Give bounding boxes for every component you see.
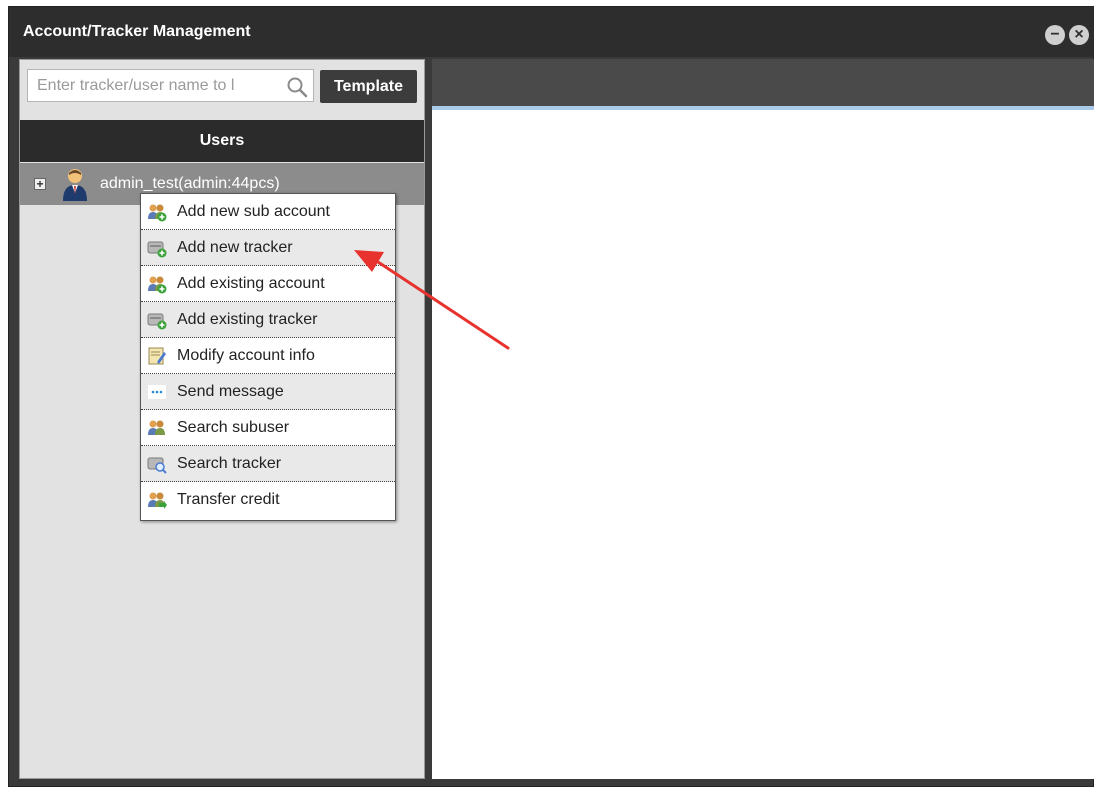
menu-label: Transfer credit xyxy=(177,491,280,508)
detail-header xyxy=(432,59,1094,110)
users-add-icon xyxy=(148,276,167,293)
users-search-icon xyxy=(148,420,165,435)
search-box xyxy=(27,69,314,102)
context-menu: Add new sub account Add new tracker Add … xyxy=(140,193,396,521)
menu-label: Add new tracker xyxy=(177,238,293,256)
menu-item-add-new-tracker[interactable]: Add new tracker xyxy=(141,230,395,266)
menu-item-transfer-credit[interactable]: Transfer credit xyxy=(141,482,395,518)
menu-label: Add existing tracker xyxy=(177,310,318,328)
search-icon[interactable] xyxy=(286,76,308,98)
edit-note-icon xyxy=(148,347,166,364)
tracker-add-icon xyxy=(147,241,167,257)
menu-item-send-message[interactable]: Send message xyxy=(141,374,395,410)
menu-item-add-existing-tracker[interactable]: Add existing tracker xyxy=(141,302,395,338)
users-transfer-icon xyxy=(148,492,167,509)
menu-item-add-new-sub-account[interactable]: Add new sub account xyxy=(141,194,395,230)
tracker-search-icon xyxy=(147,457,167,474)
users-header: Users xyxy=(20,120,424,162)
users-add-icon xyxy=(148,204,167,221)
menu-item-modify-account-info[interactable]: Modify account info xyxy=(141,338,395,374)
detail-panel xyxy=(432,59,1094,779)
tracker-add-icon xyxy=(147,313,167,329)
user-avatar-icon xyxy=(63,169,87,201)
menu-item-search-tracker[interactable]: Search tracker xyxy=(141,446,395,482)
plus-box-icon[interactable]: + xyxy=(34,178,46,190)
window-titlebar[interactable]: Account/Tracker Management − × xyxy=(9,7,1094,57)
tree-label: admin_test(admin:44pcs) xyxy=(100,175,280,192)
menu-item-search-subuser[interactable]: Search subuser xyxy=(141,410,395,446)
menu-item-add-existing-account[interactable]: Add existing account xyxy=(141,266,395,302)
menu-label: Send message xyxy=(177,382,284,400)
menu-label: Add existing account xyxy=(177,274,325,292)
menu-label: Search subuser xyxy=(177,418,290,436)
search-input[interactable] xyxy=(28,70,278,101)
template-button[interactable]: Template xyxy=(320,70,417,103)
menu-label: Modify account info xyxy=(177,346,315,364)
message-dots-icon xyxy=(148,384,166,399)
minimize-icon[interactable]: − xyxy=(1045,25,1065,45)
window-title: Account/Tracker Management xyxy=(23,23,251,40)
menu-label: Search tracker xyxy=(177,454,282,472)
menu-label: Add new sub account xyxy=(177,202,330,220)
close-icon[interactable]: × xyxy=(1069,25,1089,45)
